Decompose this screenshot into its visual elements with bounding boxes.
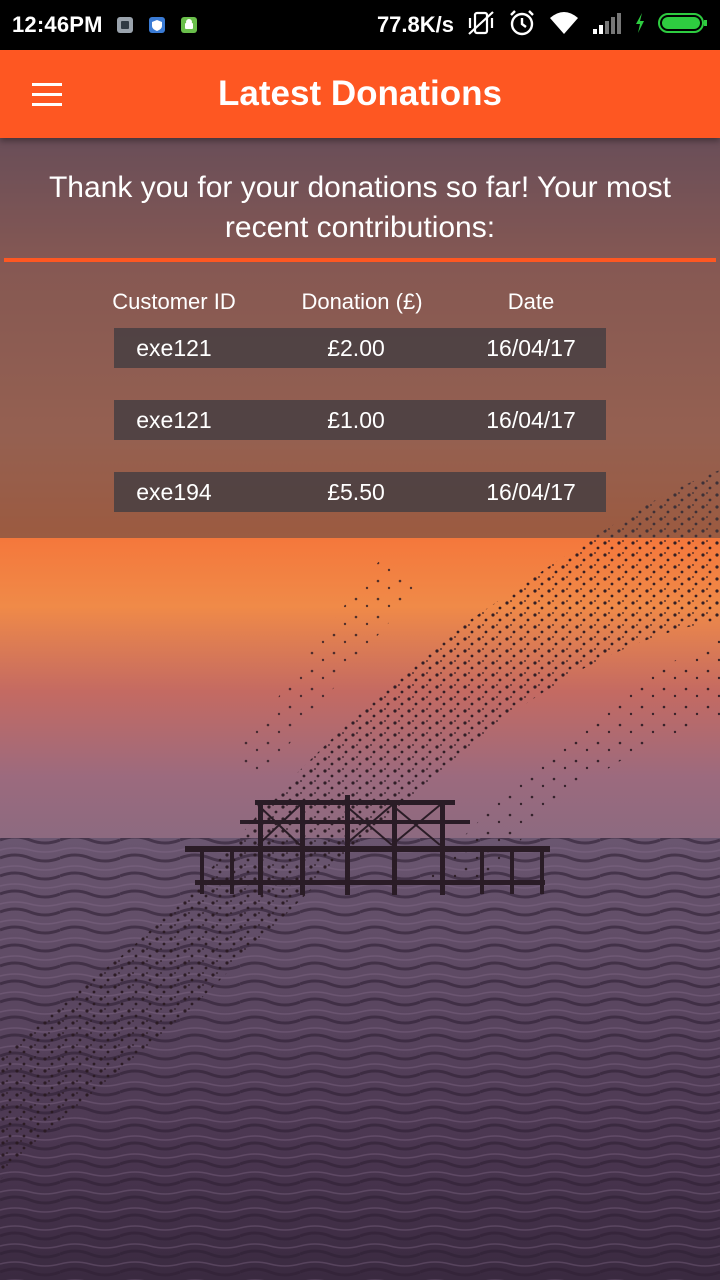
table-row[interactable]: exe121 £1.00 16/04/17 xyxy=(114,400,606,440)
status-bar: 12:46PM 77.8K/s xyxy=(0,0,720,50)
vibrate-off-icon xyxy=(466,9,496,42)
shield-notification-icon xyxy=(147,15,167,35)
cell-donation: £5.50 xyxy=(327,479,385,505)
table-header: Customer ID Donation (£) Date xyxy=(0,282,720,322)
cell-donation: £2.00 xyxy=(327,335,385,361)
cell-customer-id: exe121 xyxy=(136,335,212,361)
divider xyxy=(4,258,716,262)
table-row[interactable]: exe121 £2.00 16/04/17 xyxy=(114,328,606,368)
app-bar: Latest Donations xyxy=(0,50,720,138)
donations-screen: 12:46PM 77.8K/s Latest Donations Thank y… xyxy=(0,0,720,1280)
network-speed: 77.8K/s xyxy=(376,12,454,37)
alarm-icon xyxy=(508,9,536,42)
donations-panel: Thank you for your donations so far! You… xyxy=(0,138,720,538)
page-title: Latest Donations xyxy=(218,74,502,113)
status-right: 77.8K/s xyxy=(377,9,708,42)
cell-customer-id: exe121 xyxy=(136,407,212,433)
status-left: 12:46PM xyxy=(12,12,199,38)
cell-customer-id: exe194 xyxy=(136,479,212,505)
header-date: Date xyxy=(507,289,555,314)
cell-date: 16/04/17 xyxy=(486,335,576,361)
wifi-icon xyxy=(548,10,580,41)
donations-table: Customer ID Donation (£) Date exe121 £2.… xyxy=(0,282,720,512)
header-customer-id: Customer ID xyxy=(112,289,236,314)
table-row[interactable]: exe194 £5.50 16/04/17 xyxy=(114,472,606,512)
header-donation: Donation (£) xyxy=(301,289,423,314)
battery-icon xyxy=(658,12,708,39)
cell-date: 16/04/17 xyxy=(486,479,576,505)
cell-date: 16/04/17 xyxy=(486,407,576,433)
cell-donation: £1.00 xyxy=(327,407,385,433)
notification-app-icon xyxy=(115,15,135,35)
status-time: 12:46PM xyxy=(12,12,103,37)
signal-icon xyxy=(592,11,622,40)
intro-text: Thank you for your donations so far! You… xyxy=(48,171,672,244)
android-notification-icon xyxy=(179,15,199,35)
charging-icon xyxy=(634,12,646,39)
